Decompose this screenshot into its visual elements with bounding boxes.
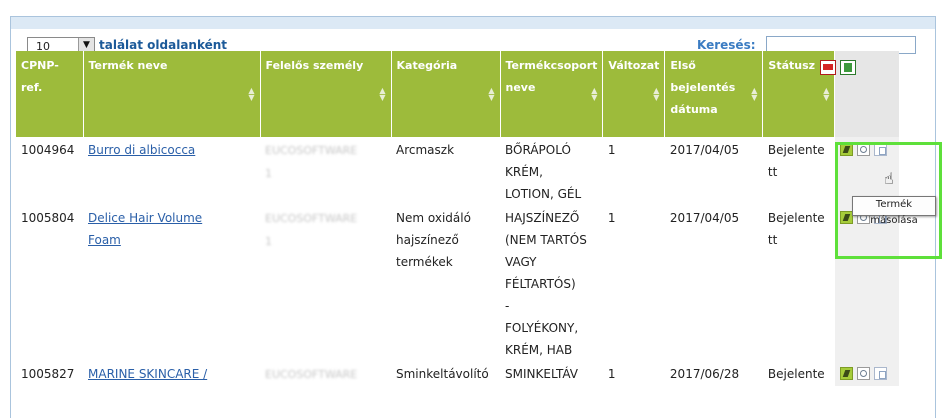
version-cell: 1 [607,211,616,225]
product-group-cell-line: BŐRÁPOLÓ [505,143,571,157]
search-label: Keresés: [697,38,756,52]
responsible-person-cell: EUCOSOFTWARE [260,361,391,386]
product-group-cell: HAJSZÍNEZŐ (NEM TARTÓS VAGY FÉLTARTÓS) - FOLY… [500,205,603,361]
product-group-cell-line: LOTION, GÉL [505,187,582,201]
table-row: 1005827 MARINE SKINCARE / EUCOSOFTWARE Smin… [16,361,899,386]
product-group-cell-line: - [505,299,510,313]
status-cell-line: Bejelente [767,211,825,225]
product-group-cell-line: KRÉM, [505,165,543,179]
copy-tooltip: Termék másolása [852,196,936,226]
edit-icon[interactable] [839,367,853,380]
table-row: 1004964 Burro di albicocca EUCOSOFTWARE 1 Ar… [16,137,899,205]
column-header-person[interactable]: Felelős személy ▲ ▼ [260,51,392,137]
first-notification-date-cell: 2017/04/05 [669,143,740,157]
sort-icon[interactable]: ▲ ▼ [823,87,829,102]
category-cell-line: hajszínező [396,233,459,247]
table-row: 1005804 Delice Hair Volume Foam EUCOSOFTWAR… [16,205,899,361]
status-cell-line: Bejelente [767,143,825,157]
responsible-person-cell-line: EUCOSOFTWARE [265,368,358,381]
cpnp-cell: 1005804 [21,211,75,225]
per-page-label: találat oldalanként [99,38,228,52]
product-name-cell: Burro di albicocca [83,137,260,205]
product-link[interactable]: Delice Hair Volume Foam [88,211,202,247]
column-header-label: Felelős személy [265,59,364,72]
product-name-cell-line: Burro di albicocca [88,143,196,157]
column-header-label: Státusz [768,59,816,72]
column-header-first-date[interactable]: Első bejelentés dátuma ▲ ▼ [664,51,764,137]
status-cell-line: tt [767,233,778,247]
sort-icon[interactable]: ▲ ▼ [751,87,757,102]
category-cell-line: termékek [396,255,453,269]
category-cell-line: Nem oxidáló [396,211,471,225]
panel-header [11,17,935,29]
column-header-label: CPNP-ref. [21,59,59,94]
category-cell-line: Arcmaszk [396,143,455,157]
responsible-person-cell-line: EUCOSOFTWARE [265,144,358,157]
sort-icon[interactable]: ▲ ▼ [591,87,597,102]
status-cell-line: tt [767,165,778,179]
version-cell: 1 [607,143,616,157]
products-table: CPNP-ref. Termék neve ▲ ▼ Felelős személy ▲… [16,51,899,386]
category-cell: Arcmaszk [391,137,500,205]
product-group-cell-line: VAGY [505,255,537,269]
cpnp-cell: 1005827 [21,367,75,381]
first-notification-date-cell: 2017/06/28 [669,367,740,381]
pdf-export-icon[interactable] [820,60,836,75]
version-cell: 1 [607,367,616,381]
product-name-cell: MARINE SKINCARE / [83,361,260,386]
product-link[interactable]: MARINE SKINCARE / [88,367,207,381]
view-icon[interactable] [856,367,870,380]
sort-icon[interactable]: ▲ ▼ [653,87,659,102]
column-header-label: Termékcsoport neve [505,59,598,94]
product-name-cell-line: MARINE SKINCARE / [88,367,208,381]
product-group-cell-line: KRÉM, HAB [505,343,573,357]
actions-cell [834,361,899,386]
category-cell-line: Sminkeltávolító [396,367,489,381]
category-cell: Nem oxidáló hajszínező termékek [391,205,500,361]
responsible-person-cell-line: 1 [265,235,272,248]
sort-icon[interactable]: ▲ ▼ [488,87,494,102]
category-cell: Sminkeltávolító [391,361,500,386]
column-header-label: Változat [608,59,660,72]
hand-cursor-icon: ☝ [884,169,894,188]
column-header-category[interactable]: Kategória ▲ ▼ [391,51,501,137]
column-header-label: Termék neve [88,59,168,72]
top-bar [0,0,944,16]
copy-icon[interactable] [873,367,887,380]
cpnp-cell: 1004964 [21,143,75,157]
column-header-group[interactable]: Termékcsoport neve ▲ ▼ [500,51,604,137]
product-group-cell-line: (NEM TARTÓS [505,233,587,247]
status-cell-line: Bejelente [767,367,825,381]
column-header-name[interactable]: Termék neve ▲ ▼ [83,51,261,137]
product-group-cell: BŐRÁPOLÓ KRÉM, LOTION, GÉL [500,137,603,205]
status-cell: Bejelente tt [763,137,835,205]
column-header-cpnp[interactable]: CPNP-ref. [16,51,84,137]
product-name-cell-line: Delice Hair Volume [88,211,203,225]
excel-export-icon[interactable] [840,60,856,75]
sort-icon[interactable]: ▲ ▼ [248,87,254,102]
responsible-person-cell: EUCOSOFTWARE 1 [260,137,391,205]
product-link[interactable]: Burro di albicocca [88,143,195,157]
product-group-cell-line: FOLYÉKONY, [505,321,579,335]
column-header-label: Első bejelentés dátuma [670,59,736,116]
responsible-person-cell-line: 1 [265,167,272,180]
product-group-cell-line: HAJSZÍNEZŐ [505,211,580,225]
status-cell: Bejelente tt [763,205,835,361]
responsible-person-cell: EUCOSOFTWARE 1 [260,205,391,361]
column-header-version[interactable]: Változat ▲ ▼ [602,51,666,137]
first-notification-date-cell: 2017/04/05 [669,211,740,225]
responsible-person-cell-line: EUCOSOFTWARE [265,212,358,225]
product-name-cell: Delice Hair Volume Foam [83,205,260,361]
product-group-cell-line: SMINKELTÁV [505,367,579,381]
product-name-cell-line: Foam [88,233,121,247]
status-cell: Bejelente [763,361,835,386]
product-group-cell-line: FÉLTARTÓS) [505,277,576,291]
column-header-label: Kategória [396,59,458,72]
sort-icon[interactable]: ▲ ▼ [379,87,385,102]
table-header-row: CPNP-ref. Termék neve ▲ ▼ Felelős személy ▲… [16,51,899,137]
product-group-cell: SMINKELTÁV [500,361,603,386]
